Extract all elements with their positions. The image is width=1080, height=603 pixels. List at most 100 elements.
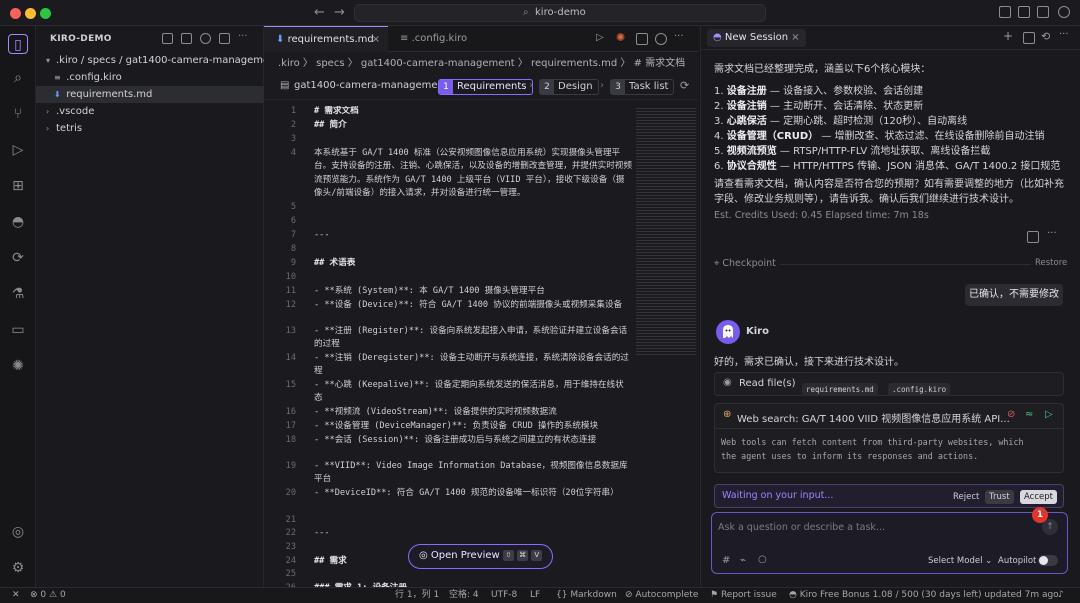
step-requirements[interactable]: 1 Requirements <box>438 79 533 95</box>
chat-input-placeholder: Ask a question or describe a task... <box>718 522 885 533</box>
split-editor-icon[interactable] <box>655 33 667 45</box>
extensions-icon[interactable]: ⊞ <box>8 176 28 196</box>
toggle-panel-icon[interactable] <box>1018 6 1030 18</box>
new-file-icon[interactable] <box>162 33 173 44</box>
sparkle-icon[interactable]: ✺ <box>616 31 625 44</box>
command-center-search[interactable]: ⌕ kiro-demo <box>354 4 766 22</box>
report-issue-button[interactable]: ⚑ Report issue <box>710 588 777 603</box>
file-chip[interactable]: requirements.md <box>799 377 878 396</box>
module-item: 5. 视频流预览 — RTSP/HTTP-FLV 流地址获取、离线设备拦截 <box>714 142 990 157</box>
file-icon: ≡ <box>400 33 409 44</box>
kiro-ghost-icon[interactable]: ◓ <box>8 212 28 232</box>
back-arrow-icon[interactable]: ← <box>314 5 325 20</box>
cursor-position[interactable]: 行 1，列 1 <box>395 588 439 603</box>
close-tab-icon[interactable]: × <box>791 32 799 43</box>
tree-folder-vscode[interactable]: › .vscode <box>36 103 264 120</box>
close-window-button[interactable] <box>10 8 21 19</box>
code-editor[interactable]: 1 # 需求文档 2 ## 简介 3 4 本系统基于 GA/T 1400 标准（公安视频图像… <box>264 106 636 587</box>
tab-new-session[interactable]: ◓ New Session × <box>707 29 806 47</box>
tab-requirements[interactable]: ⬇ requirements.md × <box>264 26 388 52</box>
more-icon[interactable]: ··· <box>674 31 684 42</box>
code-line: --- <box>314 528 330 538</box>
notifications-bell-icon[interactable]: ♪ <box>1058 588 1064 603</box>
maximize-window-button[interactable] <box>40 8 51 19</box>
new-folder-icon[interactable] <box>181 33 192 44</box>
preview-icon[interactable] <box>636 33 648 45</box>
account-icon[interactable]: ◎ <box>8 522 28 542</box>
more-icon[interactable]: ··· <box>1047 228 1057 239</box>
module-item: 1. 设备注册 — 设备接入、参数校验、会话创建 <box>714 82 923 97</box>
restore-button[interactable]: Restore <box>1031 258 1068 268</box>
reject-button[interactable]: Reject <box>949 490 983 504</box>
more-icon[interactable]: ··· <box>1059 29 1069 40</box>
more-icon[interactable]: ··· <box>238 32 249 44</box>
folder-icon[interactable]: ▭ <box>8 320 28 340</box>
account-icon[interactable] <box>1058 6 1070 18</box>
step-design[interactable]: 2 Design <box>539 79 599 95</box>
line-ending[interactable]: LF <box>530 588 540 603</box>
new-session-icon[interactable]: + <box>1003 29 1013 43</box>
line-number: 11 <box>285 286 296 296</box>
toggle-chat-icon[interactable] <box>1037 6 1049 18</box>
step-task-list[interactable]: 3 Task list <box>610 79 675 95</box>
explorer-icon[interactable]: ▯ <box>8 34 28 54</box>
source-control-icon[interactable]: ⑂ <box>8 104 28 124</box>
run-icon[interactable]: ▷ <box>1045 409 1053 420</box>
module-title: 设备管理（CRUD） <box>726 131 819 142</box>
refresh-icon[interactable] <box>200 33 211 44</box>
file-chip[interactable]: .config.kiro <box>885 377 951 396</box>
mcp-icon[interactable]: ⟳ <box>8 248 28 268</box>
refresh-icon[interactable]: ⟳ <box>680 79 689 92</box>
allow-icon[interactable]: ≈ <box>1025 409 1033 420</box>
search-icon[interactable]: ⌕ <box>8 68 28 88</box>
eye-icon: ◉ <box>723 377 732 388</box>
autopilot-toggle[interactable] <box>1038 555 1058 566</box>
tree-folder-tetris[interactable]: › tetris <box>36 120 264 137</box>
tree-file-requirements[interactable]: ⬇ requirements.md <box>36 86 264 103</box>
module-number: 1. <box>714 86 724 97</box>
chat-input[interactable]: Ask a question or describe a task... ↑ #… <box>711 512 1068 574</box>
line-number: 4 <box>290 148 296 158</box>
close-tab-icon[interactable]: × <box>372 27 380 53</box>
remote-icon[interactable]: ✕ <box>12 588 20 603</box>
circle-icon[interactable]: ○ <box>758 554 767 565</box>
toggle-sidebar-icon[interactable] <box>999 6 1011 18</box>
line-number: 23 <box>285 542 296 552</box>
hash-context-icon[interactable]: # <box>722 555 730 566</box>
minimize-window-button[interactable] <box>25 8 36 19</box>
accept-button[interactable]: Accept <box>1020 490 1057 504</box>
copy-icon[interactable] <box>1027 231 1039 243</box>
trust-button[interactable]: Trust <box>985 490 1014 504</box>
module-description: — 增删改查、状态过滤、在线设备删除前自动注销 <box>818 131 1045 142</box>
autocomplete-toggle[interactable]: ⊘ Autocomplete <box>625 588 698 603</box>
app-window: ← → ⌕ kiro-demo ▯ ⌕ ⑂ ▷ ⊞ ◓ ⟳ ⚗ ▭ ✺ ◎ ⚙ … <box>0 0 1080 603</box>
run-icon[interactable]: ▷ <box>596 32 604 43</box>
history-icon[interactable]: ⟲ <box>1041 30 1050 43</box>
sparkle-icon[interactable]: ✺ <box>8 356 28 376</box>
line-number: 24 <box>285 556 296 566</box>
open-preview-button[interactable]: ◎ Open Preview ⇧ ⌘ V <box>408 544 553 569</box>
minimap[interactable] <box>636 106 696 356</box>
breadcrumb[interactable]: .kiro 〉 specs 〉 gat1400-camera-managemen… <box>278 54 685 69</box>
problems-indicator[interactable]: ⊗ 0 ⚠ 0 <box>30 588 66 603</box>
tree-folder-kiro-specs[interactable]: ▾ .kiro / specs / gat1400-camera-manageme… <box>36 52 279 69</box>
settings-gear-icon[interactable]: ⚙ <box>8 558 28 578</box>
assistant-question-line2: 字段、修改业务规则等），请告诉我。确认后我们继续进行技术设计。 <box>714 194 1019 205</box>
tab-config[interactable]: ≡ .config.kiro <box>388 26 484 52</box>
run-debug-icon[interactable]: ▷ <box>8 140 28 160</box>
read-files-box[interactable]: ◉ Read file(s) requirements.md .config.k… <box>714 372 1064 396</box>
attach-icon[interactable]: ⌁ <box>740 555 746 566</box>
kiro-bonus-indicator[interactable]: ◓ Kiro Free Bonus 1.08 / 500 (30 days le… <box>789 588 1059 603</box>
forward-arrow-icon[interactable]: → <box>334 5 345 20</box>
testing-icon[interactable]: ⚗ <box>8 284 28 304</box>
collapse-all-icon[interactable] <box>219 33 230 44</box>
session-history-icon[interactable] <box>1023 32 1035 44</box>
deny-icon[interactable]: ⊘ <box>1007 409 1015 420</box>
checkpoint-label: ⌖ Checkpoint <box>714 258 780 269</box>
chat-tabs: ◓ New Session × + ⟲ ··· <box>701 26 1080 50</box>
encoding[interactable]: UTF-8 <box>491 588 517 603</box>
language-mode[interactable]: {} Markdown <box>556 588 617 603</box>
select-model-dropdown[interactable]: Select Model ⌄ <box>928 556 992 566</box>
indentation[interactable]: 空格: 4 <box>449 588 479 603</box>
tree-file-config[interactable]: ≡ .config.kiro <box>36 69 264 86</box>
